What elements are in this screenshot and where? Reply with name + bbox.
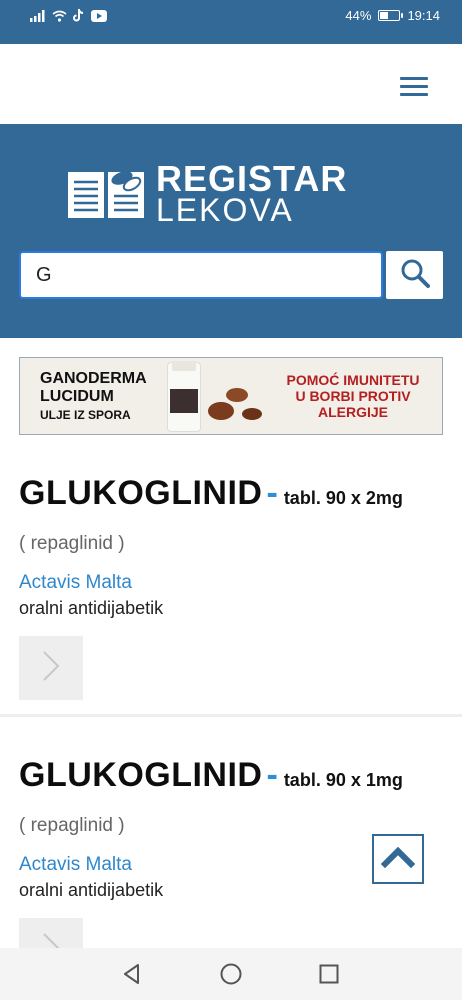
product-name[interactable]: GLUKOGLINID	[19, 756, 262, 794]
status-icons-left	[30, 9, 107, 25]
card-divider	[0, 714, 462, 717]
banner-claim-text: POMOĆ IMUNITETU U BORBI PROTIV ALERGIJE	[278, 372, 428, 420]
product-group: oralni antidijabetik	[19, 598, 164, 618]
product-form: tabl. 90 x 2mg	[283, 488, 403, 508]
search-icon	[400, 258, 430, 293]
wifi-icon	[52, 10, 67, 25]
supplement-bottle-image	[167, 361, 201, 432]
battery-icon	[378, 10, 404, 21]
banner-line-2: LUCIDUM	[40, 388, 114, 405]
search-bar: G	[19, 251, 443, 299]
banner-line-3: ULJE IZ SPORA	[40, 408, 131, 422]
search-button[interactable]	[386, 251, 443, 299]
battery-percent: 44%	[345, 8, 372, 23]
home-icon[interactable]	[219, 962, 243, 986]
site-logo[interactable]: REGISTAR LEKOVA	[66, 158, 406, 228]
banner-claim-2: U BORBI PROTIV	[295, 388, 411, 404]
chevron-right-icon	[40, 649, 62, 688]
product-title-row: GLUKOGLINID - tabl. 90 x 1mg	[19, 756, 403, 795]
banner-product-text: GANODERMA LUCIDUM ULJE IZ SPORA	[40, 370, 147, 422]
tiktok-icon	[73, 9, 85, 25]
clock: 19:14	[407, 8, 440, 23]
product-substance: ( repaglinid )	[19, 815, 125, 836]
youtube-icon	[91, 9, 107, 25]
mushroom-image	[242, 408, 262, 420]
recents-icon[interactable]	[317, 962, 341, 986]
site-header	[0, 44, 462, 124]
status-icons-right: 44% 19:14	[345, 8, 440, 23]
product-manufacturer-link[interactable]: Actavis Malta	[19, 572, 132, 594]
product-form: tabl. 90 x 1mg	[283, 770, 403, 790]
logo-subtitle: LEKOVA	[156, 192, 294, 228]
chevron-up-icon	[380, 846, 416, 873]
product-title-row: GLUKOGLINID - tabl. 90 x 2mg	[19, 474, 403, 513]
product-details-button[interactable]	[19, 636, 83, 700]
product-manufacturer-link[interactable]: Actavis Malta	[19, 854, 132, 876]
banner-claim-1: POMOĆ IMUNITETU	[286, 372, 420, 388]
title-separator: -	[266, 756, 278, 794]
system-nav-bar	[0, 948, 462, 1000]
title-separator: -	[266, 474, 278, 512]
product-name[interactable]: GLUKOGLINID	[19, 474, 262, 512]
scroll-to-top-button[interactable]	[372, 834, 424, 884]
ad-banner[interactable]: GANODERMA LUCIDUM ULJE IZ SPORA POMOĆ IM…	[19, 357, 443, 435]
banner-claim-3: ALERGIJE	[317, 404, 388, 420]
hamburger-menu-icon[interactable]	[400, 77, 428, 97]
product-substance: ( repaglinid )	[19, 533, 125, 554]
hero-section: REGISTAR LEKOVA G	[0, 124, 462, 338]
back-icon[interactable]	[120, 962, 144, 986]
book-pills-icon	[66, 164, 146, 227]
mushroom-image	[208, 402, 234, 420]
status-bar: 44% 19:14	[0, 0, 462, 44]
banner-line-1: GANODERMA	[40, 370, 147, 387]
search-input[interactable]: G	[19, 251, 383, 299]
signal-icon	[30, 9, 46, 25]
mushroom-image	[226, 388, 248, 402]
product-group: oralni antidijabetik	[19, 880, 164, 900]
